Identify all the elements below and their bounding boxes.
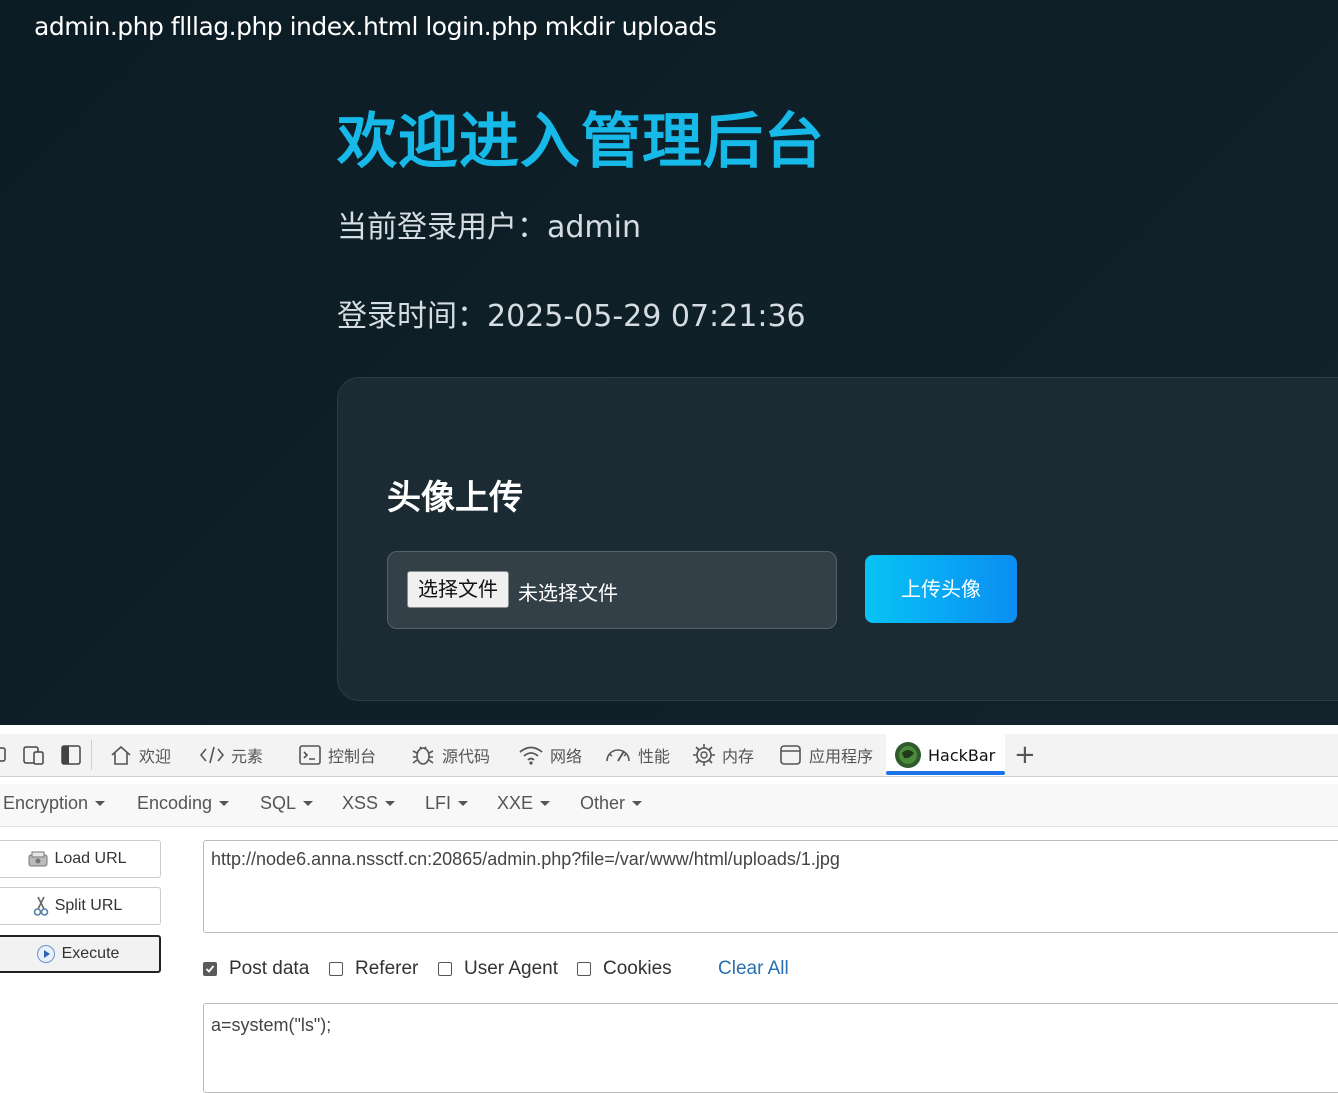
caret-down-icon: [385, 800, 396, 806]
menu-label: SQL: [260, 793, 297, 813]
menu-sql[interactable]: SQL: [260, 793, 314, 814]
execute-button[interactable]: Execute: [0, 935, 161, 973]
devtools-divider: [0, 725, 1338, 734]
scissors-icon: [33, 896, 49, 916]
wifi-icon: [519, 746, 543, 765]
play-icon: [36, 945, 55, 963]
checkbox-icon: [438, 962, 452, 976]
tab-label: HackBar: [928, 745, 996, 765]
clear-all-link[interactable]: Clear All: [718, 958, 789, 980]
upload-heading: 头像上传: [387, 478, 523, 518]
tab-label: 内存: [722, 747, 755, 766]
caret-down-icon: [303, 800, 314, 806]
hackbar-panel: Load URL Split URL Execute http://node6.…: [0, 827, 1338, 1093]
caret-down-icon: [632, 800, 643, 806]
avatar-upload-card: 头像上传 选择文件 未选择文件 上传头像: [337, 377, 1338, 701]
checkbox-icon: [329, 962, 343, 976]
tab-console[interactable]: 控制台: [298, 734, 376, 776]
split-url-button[interactable]: Split URL: [0, 887, 161, 925]
console-icon: [299, 745, 321, 765]
tab-label: 控制台: [328, 747, 377, 766]
tab-label: 源代码: [442, 747, 491, 766]
checkbox-label: User Agent: [464, 958, 558, 979]
menu-label: Encoding: [137, 793, 213, 813]
inspect-icon[interactable]: [0, 734, 14, 776]
menu-lfi[interactable]: LFI: [425, 793, 469, 814]
tab-welcome[interactable]: 欢迎: [109, 734, 171, 776]
post-data-textarea[interactable]: a=system("ls");: [203, 1003, 1338, 1093]
menu-encoding[interactable]: Encoding: [137, 793, 230, 814]
menu-label: Other: [580, 793, 626, 813]
toolbar-separator: [91, 740, 92, 770]
checkbox-label: Referer: [355, 958, 419, 979]
menu-other[interactable]: Other: [580, 793, 643, 814]
caret-down-icon: [458, 800, 469, 806]
tab-elements[interactable]: 元素: [199, 734, 263, 776]
menu-label: XSS: [342, 793, 379, 813]
add-tab-button[interactable]: +: [1014, 734, 1036, 776]
menu-label: Encryption: [3, 793, 89, 813]
url-textarea[interactable]: http://node6.anna.nssctf.cn:20865/admin.…: [203, 840, 1338, 933]
web-page: admin.php flllag.php index.html login.ph…: [0, 0, 1338, 725]
load-url-button[interactable]: Load URL: [0, 840, 161, 878]
tab-memory[interactable]: 内存: [692, 734, 754, 776]
hackbar-menu: Encryption Encoding SQL XSS LFI XXE Othe…: [0, 784, 1338, 827]
gauge-icon: [606, 749, 630, 762]
tab-label: 元素: [231, 747, 264, 766]
caret-down-icon: [219, 800, 230, 806]
checkbox-label: Cookies: [603, 958, 672, 979]
page-title: 欢迎进入管理后台: [337, 107, 825, 177]
tab-application[interactable]: 应用程序: [779, 734, 873, 776]
menu-xxe[interactable]: XXE: [497, 793, 551, 814]
tab-sources[interactable]: 源代码: [410, 734, 490, 776]
hackbar-logo-icon: [895, 742, 921, 768]
tab-label: 网络: [550, 747, 583, 766]
checkbox-checked-icon: [203, 962, 217, 976]
caret-down-icon: [95, 800, 106, 806]
checkbox-label: Post data: [229, 958, 310, 979]
menu-xss[interactable]: XSS: [342, 793, 396, 814]
referer-checkbox[interactable]: Referer: [329, 958, 418, 980]
user-agent-checkbox[interactable]: User Agent: [438, 958, 558, 980]
dock-panel-icon[interactable]: [60, 734, 88, 776]
code-brackets-icon: [199, 746, 225, 764]
command-output-text: admin.php flllag.php index.html login.ph…: [34, 12, 717, 41]
menu-label: XXE: [497, 793, 534, 813]
tab-label: 性能: [638, 747, 671, 766]
upload-avatar-button[interactable]: 上传头像: [865, 555, 1017, 623]
tab-label: 欢迎: [139, 747, 172, 766]
device-toolbar-icon[interactable]: [22, 734, 52, 776]
button-label: Execute: [61, 945, 120, 962]
tab-performance[interactable]: 性能: [604, 734, 670, 776]
login-time-text: 登录时间：2025-05-29 07:21:36: [337, 299, 806, 334]
cookies-checkbox[interactable]: Cookies: [577, 958, 672, 980]
choose-file-button[interactable]: 选择文件: [407, 571, 509, 608]
button-label: Load URL: [54, 850, 127, 867]
checkbox-icon: [577, 962, 591, 976]
devtools-tab-bar: 欢迎 元素 控制台 源代码 网络 性能 内存 应用程序 HackBar +: [0, 734, 1338, 777]
bug-icon: [412, 746, 434, 765]
caret-down-icon: [540, 800, 551, 806]
post-data-checkbox[interactable]: Post data: [203, 958, 309, 980]
file-input[interactable]: 选择文件 未选择文件: [387, 551, 837, 629]
menu-encryption[interactable]: Encryption: [3, 793, 106, 814]
current-user-text: 当前登录用户：admin: [337, 210, 641, 245]
active-tab-indicator: [886, 771, 1005, 775]
window-icon: [780, 745, 801, 765]
file-status-text: 未选择文件: [518, 581, 618, 605]
home-icon: [111, 745, 131, 765]
chip-icon: [693, 744, 715, 766]
load-url-icon: [28, 851, 48, 867]
menu-label: LFI: [425, 793, 452, 813]
button-label: Split URL: [54, 897, 123, 914]
tab-network[interactable]: 网络: [518, 734, 582, 776]
tab-hackbar[interactable]: HackBar: [886, 734, 1005, 776]
tab-label: 应用程序: [809, 747, 874, 766]
